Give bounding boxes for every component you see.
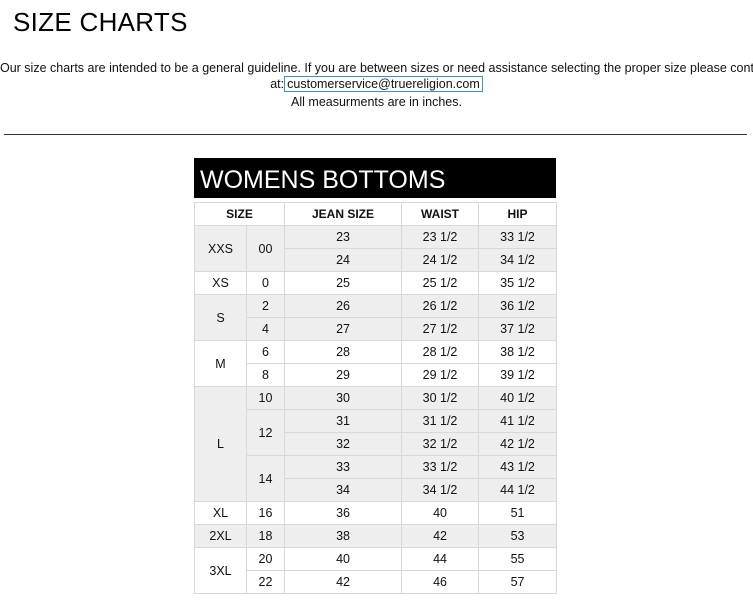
jean-size-cell: 42 (284, 570, 403, 594)
table-header-row: SIZE JEAN SIZE WAIST HIP (193, 202, 558, 226)
email-link[interactable]: customerservice@truereligion.com (284, 76, 483, 92)
table-body: XXS 00 23 23 1/2 33 1/2 24 24 1/2 34 1/2 XS 0 25 25… (194, 225, 558, 594)
numeric-size-cell: 6 (245, 340, 286, 364)
waist-cell: 29 1/2 (401, 363, 480, 387)
jean-size-cell: 34 (284, 478, 403, 502)
table-row: S 2 26 26 1/2 36 1/2 (194, 294, 558, 341)
numeric-size-cell: 14 (245, 455, 286, 502)
waist-cell: 25 1/2 (401, 271, 480, 295)
hip-cell: 43 1/2 (478, 455, 558, 479)
table-row: M 6 28 28 1/2 38 1/2 (194, 340, 558, 387)
jean-size-cell: 23 (284, 225, 403, 249)
hip-cell: 38 1/2 (478, 340, 558, 364)
hip-cell: 35 1/2 (478, 271, 558, 295)
hip-cell: 36 1/2 (478, 294, 558, 318)
numeric-size-cell: 18 (245, 524, 286, 548)
jean-size-cell: 26 (284, 294, 403, 318)
waist-cell: 31 1/2 (401, 409, 480, 433)
hip-cell: 44 1/2 (478, 478, 558, 502)
hip-cell: 33 1/2 (478, 225, 558, 249)
header-hip: HIP (478, 202, 558, 226)
waist-cell: 27 1/2 (401, 317, 480, 341)
waist-cell: 28 1/2 (401, 340, 480, 364)
page-title: SIZE CHARTS (13, 7, 188, 37)
size-label-cell: S (194, 294, 247, 341)
hip-cell: 39 1/2 (478, 363, 558, 387)
waist-cell: 40 (401, 501, 480, 525)
size-label-cell: XL (194, 501, 247, 525)
hip-cell: 41 1/2 (478, 409, 558, 433)
numeric-size-cell: 12 (245, 409, 286, 456)
units-note: All measurments are in inches. (291, 95, 462, 109)
numeric-size-cell: 22 (245, 570, 286, 594)
numeric-size-cell: 00 (245, 225, 286, 272)
waist-cell: 42 (401, 524, 480, 548)
table-row: L 10 30 30 1/2 40 1/2 (194, 386, 558, 502)
jean-size-cell: 28 (284, 340, 403, 364)
waist-cell: 24 1/2 (401, 248, 480, 272)
size-label-cell: XS (194, 271, 247, 295)
size-chart-table: SIZE JEAN SIZE WAIST HIP XXS 00 23 23 1/2 33… (193, 202, 558, 594)
table-row: XS 0 25 25 1/2 35 1/2 (194, 271, 558, 295)
hip-cell: 57 (478, 570, 558, 594)
hip-cell: 51 (478, 501, 558, 525)
jean-size-cell: 24 (284, 248, 403, 272)
waist-cell: 34 1/2 (401, 478, 480, 502)
waist-cell: 32 1/2 (401, 432, 480, 456)
size-label-cell: XXS (194, 225, 247, 272)
waist-cell: 23 1/2 (401, 225, 480, 249)
waist-cell: 44 (401, 547, 480, 571)
table-row: 2XL 18 38 42 53 (194, 524, 558, 548)
jean-size-cell: 40 (284, 547, 403, 571)
table-row: 22 42 46 57 (195, 570, 558, 594)
table-row: 3XL 20 40 44 55 (194, 547, 558, 594)
table-row: 4 27 27 1/2 37 1/2 (195, 317, 558, 341)
jean-size-cell: 30 (284, 386, 403, 410)
numeric-size-cell: 16 (245, 501, 286, 525)
chart-title: WOMENS BOTTOMS (194, 158, 556, 198)
numeric-size-cell: 4 (245, 317, 286, 341)
hip-cell: 34 1/2 (478, 248, 558, 272)
numeric-size-cell: 0 (245, 271, 286, 295)
waist-cell: 33 1/2 (401, 455, 480, 479)
jean-size-cell: 31 (284, 409, 403, 433)
intro-text: Our size charts are intended to be a gen… (0, 60, 753, 92)
numeric-size-cell: 8 (245, 363, 286, 387)
contact-line: at: customerservice@truereligion.com (0, 76, 753, 92)
jean-size-cell: 33 (284, 455, 403, 479)
table-row: 14 33 33 1/2 43 1/2 (195, 455, 558, 502)
numeric-size-cell: 20 (245, 547, 286, 571)
header-jean-size: JEAN SIZE (284, 202, 403, 226)
waist-cell: 30 1/2 (401, 386, 480, 410)
jean-size-cell: 32 (284, 432, 403, 456)
table-row: 8 29 29 1/2 39 1/2 (195, 363, 558, 387)
hip-cell: 40 1/2 (478, 386, 558, 410)
waist-cell: 26 1/2 (401, 294, 480, 318)
jean-size-cell: 36 (284, 501, 403, 525)
table-row: XXS 00 23 23 1/2 33 1/2 (194, 225, 558, 272)
intro-line: Our size charts are intended to be a gen… (0, 61, 753, 75)
jean-size-cell: 27 (284, 317, 403, 341)
jean-size-cell: 29 (284, 363, 403, 387)
table-row: 12 31 31 1/2 41 1/2 (195, 409, 558, 456)
waist-cell: 46 (401, 570, 480, 594)
size-label-cell: M (194, 340, 247, 387)
hip-cell: 37 1/2 (478, 317, 558, 341)
size-label-cell: 2XL (194, 524, 247, 548)
numeric-size-cell: 10 (245, 386, 286, 410)
numeric-size-cell: 2 (245, 294, 286, 318)
hip-cell: 55 (478, 547, 558, 571)
divider (4, 134, 747, 135)
size-label-cell: 3XL (194, 547, 247, 594)
size-label-cell: L (194, 386, 247, 502)
table-row: XL 16 36 40 51 (194, 501, 558, 525)
jean-size-cell: 25 (284, 271, 403, 295)
hip-cell: 42 1/2 (478, 432, 558, 456)
header-size: SIZE (193, 202, 286, 226)
contact-prefix: at: (270, 77, 285, 91)
hip-cell: 53 (478, 524, 558, 548)
jean-size-cell: 38 (284, 524, 403, 548)
header-waist: WAIST (401, 202, 480, 226)
